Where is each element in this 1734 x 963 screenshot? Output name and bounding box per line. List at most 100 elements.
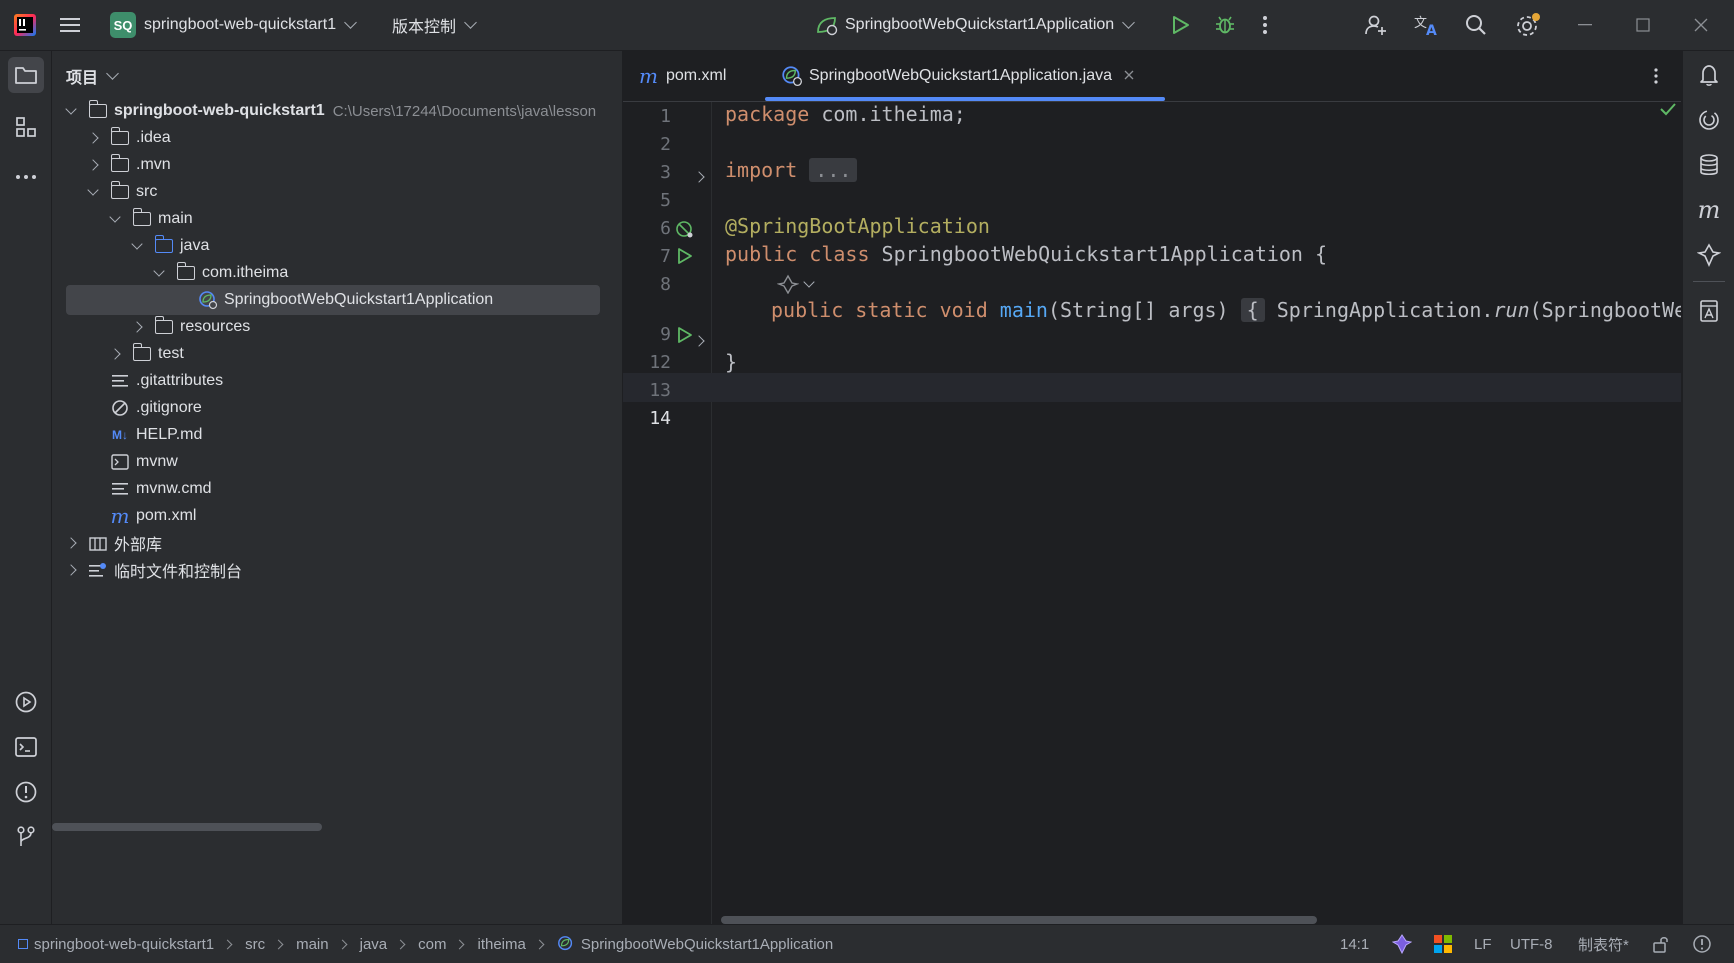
git-tool-button[interactable]	[8, 819, 44, 855]
structure-tool-button[interactable]	[8, 109, 44, 145]
tree-item-java[interactable]: java	[52, 231, 622, 261]
tree-item-label: SpringbootWebQuickstart1Application	[224, 291, 494, 308]
intellij-logo-icon[interactable]	[14, 0, 36, 50]
terminal-icon	[15, 737, 37, 757]
translation-panel-button[interactable]	[1691, 293, 1727, 329]
line-separator[interactable]: LF	[1474, 936, 1492, 953]
tree-item-label: .mvn	[136, 156, 171, 173]
module-icon	[18, 939, 28, 949]
debug-button[interactable]	[1214, 0, 1236, 50]
tree-item-resources[interactable]: resources	[52, 312, 622, 342]
tree-item-mvnw-cmd[interactable]: mvnw.cmd	[52, 474, 622, 504]
code-editor[interactable]: 1 2 3 5 6 7 8 9 12 13 14 package com.ith…	[623, 102, 1681, 924]
tab-actions-icon[interactable]	[1653, 51, 1659, 101]
info-circle-icon[interactable]	[1692, 934, 1712, 958]
unlock-icon[interactable]	[1652, 935, 1670, 957]
tree-item-main[interactable]: main	[52, 204, 622, 234]
spiral-icon	[1699, 110, 1719, 130]
window-minimize-button[interactable]	[1578, 0, 1592, 50]
more-tools-button[interactable]	[8, 159, 44, 195]
chevron-right-icon	[109, 348, 121, 360]
services-tool-button[interactable]	[8, 684, 44, 720]
code-with-me-icon[interactable]	[1364, 0, 1388, 50]
project-view-selector[interactable]: 项目	[66, 63, 119, 89]
project-tool-button[interactable]	[8, 57, 44, 93]
problems-tool-button[interactable]	[8, 774, 44, 810]
chevron-down-icon	[109, 211, 121, 223]
tree-item-mvn[interactable]: .mvn	[52, 150, 622, 180]
chevron-down-icon	[65, 103, 77, 115]
run-gutter-icon[interactable]	[677, 247, 693, 269]
ai-assistant-button[interactable]	[1691, 102, 1727, 138]
breadcrumb-item[interactable]: SpringbootWebQuickstart1Application	[557, 935, 833, 953]
window-close-button[interactable]	[1694, 0, 1708, 50]
run-gutter-icon[interactable]	[677, 326, 693, 348]
fold-chevron-icon[interactable]	[693, 168, 705, 185]
ignored-file-icon	[110, 398, 130, 418]
chevron-right-icon	[131, 321, 143, 333]
fold-chevron-icon[interactable]	[693, 332, 705, 349]
tree-item-test[interactable]: test	[52, 339, 622, 369]
main-menu-icon[interactable]	[60, 0, 80, 50]
cursor-position[interactable]: 14:1	[1340, 936, 1369, 953]
run-button[interactable]	[1172, 0, 1190, 50]
tree-item-gitattributes[interactable]: .gitattributes	[52, 366, 622, 396]
breadcrumb-item[interactable]: java	[360, 936, 388, 953]
folder-icon	[132, 343, 152, 364]
breadcrumb-item[interactable]: springboot-web-quickstart1	[18, 936, 214, 953]
spring-bean-gutter-icon[interactable]	[675, 220, 695, 244]
title-bar: SQ springboot-web-quickstart1 版本控制 Sprin…	[0, 0, 1734, 51]
breadcrumb-item[interactable]: main	[296, 936, 329, 953]
tree-item-mvnw[interactable]: mvnw	[52, 447, 622, 477]
markdown-icon: M↓	[112, 428, 128, 442]
translate-icon[interactable]: 文A	[1413, 0, 1441, 50]
windows-logo-icon[interactable]	[1434, 935, 1452, 957]
search-icon[interactable]	[1465, 0, 1487, 50]
terminal-tool-button[interactable]	[8, 729, 44, 765]
folder-icon	[15, 67, 37, 84]
settings-gear-icon[interactable]	[1515, 0, 1541, 50]
tree-item-scratches[interactable]: 临时文件和控制台	[52, 555, 622, 585]
breadcrumb-item[interactable]: itheima	[477, 936, 525, 953]
tree-item-application-class[interactable]: SpringbootWebQuickstart1Application	[66, 285, 600, 315]
tree-item-label: java	[180, 237, 210, 254]
indent-setting[interactable]: 制表符*	[1578, 934, 1629, 955]
window-maximize-button[interactable]	[1636, 0, 1650, 50]
database-icon	[1700, 154, 1718, 176]
library-icon	[88, 533, 108, 553]
tree-item-pom[interactable]: m pom.xml	[52, 501, 622, 531]
project-switcher[interactable]: SQ springboot-web-quickstart1	[110, 0, 357, 50]
line-number: 13	[649, 380, 671, 401]
tab-pom-xml[interactable]: m pom.xml	[639, 51, 726, 101]
tree-item-package[interactable]: com.itheima	[52, 258, 622, 288]
maven-button[interactable]: m	[1691, 192, 1727, 228]
chevron-right-icon	[65, 564, 77, 576]
file-encoding[interactable]: UTF-8	[1510, 936, 1553, 953]
run-config-selector[interactable]: SpringbootWebQuickstart1Application	[815, 0, 1136, 50]
breadcrumb-item[interactable]: com	[418, 936, 446, 953]
editor-horizontal-scrollbar[interactable]	[721, 916, 1317, 924]
structure-icon	[16, 117, 36, 137]
tree-item-external-libraries[interactable]: 外部库	[52, 528, 622, 558]
more-actions-icon[interactable]	[1262, 0, 1268, 50]
tree-item-src[interactable]: src	[52, 177, 622, 207]
inspection-ok-icon[interactable]	[1659, 102, 1677, 120]
notifications-button[interactable]	[1691, 57, 1727, 93]
horizontal-scrollbar[interactable]	[52, 823, 322, 831]
ai-status-icon[interactable]	[1391, 934, 1413, 958]
ai-chat-button[interactable]	[1691, 237, 1727, 273]
tree-root[interactable]: springboot-web-quickstart1 C:\Users\1724…	[52, 96, 622, 126]
tree-item-idea[interactable]: .idea	[52, 123, 622, 153]
maven-icon: m	[639, 64, 658, 88]
tree-item-gitignore[interactable]: .gitignore	[52, 393, 622, 423]
code-line: import ...	[725, 158, 858, 182]
ai-inlay-hint[interactable]	[777, 274, 815, 294]
vcs-menu[interactable]: 版本控制	[392, 0, 477, 50]
database-button[interactable]	[1691, 147, 1727, 183]
tab-application-java[interactable]: SpringbootWebQuickstart1Application.java	[781, 51, 1134, 101]
breadcrumb-item[interactable]: src	[245, 936, 265, 953]
tree-item-help-md[interactable]: M↓ HELP.md	[52, 420, 622, 450]
line-number: 2	[660, 134, 671, 155]
close-tab-icon[interactable]	[1124, 67, 1134, 85]
module-folder-icon	[88, 100, 108, 121]
